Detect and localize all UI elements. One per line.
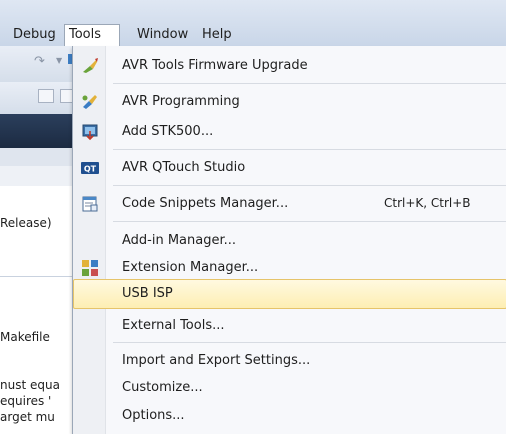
description-text: equires ': [0, 394, 52, 408]
menu-separator: [113, 83, 506, 84]
editor-header: [0, 148, 80, 166]
menu-item-label: Options...: [122, 408, 185, 423]
panel-strip: [0, 166, 80, 186]
menu-help[interactable]: Help: [195, 24, 239, 46]
redo-icon[interactable]: ↷: [34, 54, 45, 69]
menu-item-avr-programming[interactable]: AVR Programming: [73, 87, 506, 117]
stk500-icon: [82, 124, 98, 141]
menu-item-label: USB ISP: [122, 286, 173, 301]
menu-item-import-export-settings[interactable]: Import and Export Settings...: [73, 346, 506, 376]
description-text: nust equa: [0, 378, 60, 392]
document-tab-strip: [0, 114, 80, 148]
firmware-upgrade-icon: [83, 58, 98, 73]
menu-item-label: Add STK500...: [122, 124, 214, 139]
menu-item-label: Import and Export Settings...: [122, 353, 311, 368]
menu-item-options[interactable]: Options...: [73, 401, 506, 431]
menu-item-label: AVR Tools Firmware Upgrade: [122, 58, 308, 73]
menu-item-customize[interactable]: Customize...: [73, 373, 506, 403]
extension-manager-icon: [82, 260, 98, 276]
menu-item-label: Customize...: [122, 380, 203, 395]
menu-separator: [113, 221, 506, 222]
menu-item-label: AVR QTouch Studio: [122, 160, 246, 175]
menu-window[interactable]: Window: [130, 24, 195, 46]
tools-menu-dropdown: AVR Tools Firmware Upgrade AVR Programmi…: [72, 46, 506, 434]
panel-divider: [0, 276, 80, 277]
menu-item-qtouch-studio[interactable]: QT AVR QTouch Studio: [73, 153, 506, 183]
menu-item-label: Extension Manager...: [122, 260, 259, 275]
description-text: arget mu: [0, 410, 55, 424]
menu-item-add-stk500[interactable]: Add STK500...: [73, 117, 506, 147]
menu-separator: [113, 185, 506, 186]
code-snippets-icon: [82, 196, 98, 212]
makefile-text: Makefile: [0, 330, 50, 344]
menu-item-label: AVR Programming: [122, 94, 240, 109]
svg-text:QT: QT: [84, 165, 97, 174]
qtouch-icon: QT: [81, 162, 99, 174]
configuration-text: Release): [0, 216, 52, 230]
menu-bar: Debug Tools Window Help: [0, 0, 506, 46]
programming-icon: [82, 95, 97, 109]
menu-item-label: Code Snippets Manager...: [122, 196, 289, 211]
menu-item-firmware-upgrade[interactable]: AVR Tools Firmware Upgrade: [73, 51, 506, 81]
menu-item-usb-isp[interactable]: USB ISP: [73, 279, 506, 309]
redo-dropdown-icon[interactable]: ▼: [56, 56, 62, 65]
menu-item-label: External Tools...: [122, 318, 225, 333]
toolbar-button-icon[interactable]: [38, 89, 54, 103]
menu-separator: [113, 342, 506, 343]
menu-item-code-snippets-manager[interactable]: Code Snippets Manager... Ctrl+K, Ctrl+B: [73, 189, 506, 219]
menu-item-label: Add-in Manager...: [122, 233, 237, 248]
menu-item-external-tools[interactable]: External Tools...: [73, 311, 506, 341]
menu-item-shortcut: Ctrl+K, Ctrl+B: [384, 196, 471, 210]
standard-toolbar: ↷ ▼: [0, 46, 80, 82]
menu-item-add-in-manager[interactable]: Add-in Manager...: [73, 226, 506, 256]
menu-tools[interactable]: Tools: [64, 24, 120, 46]
secondary-toolbar: [0, 82, 80, 114]
menu-debug[interactable]: Debug: [6, 24, 63, 46]
menu-separator: [113, 149, 506, 150]
